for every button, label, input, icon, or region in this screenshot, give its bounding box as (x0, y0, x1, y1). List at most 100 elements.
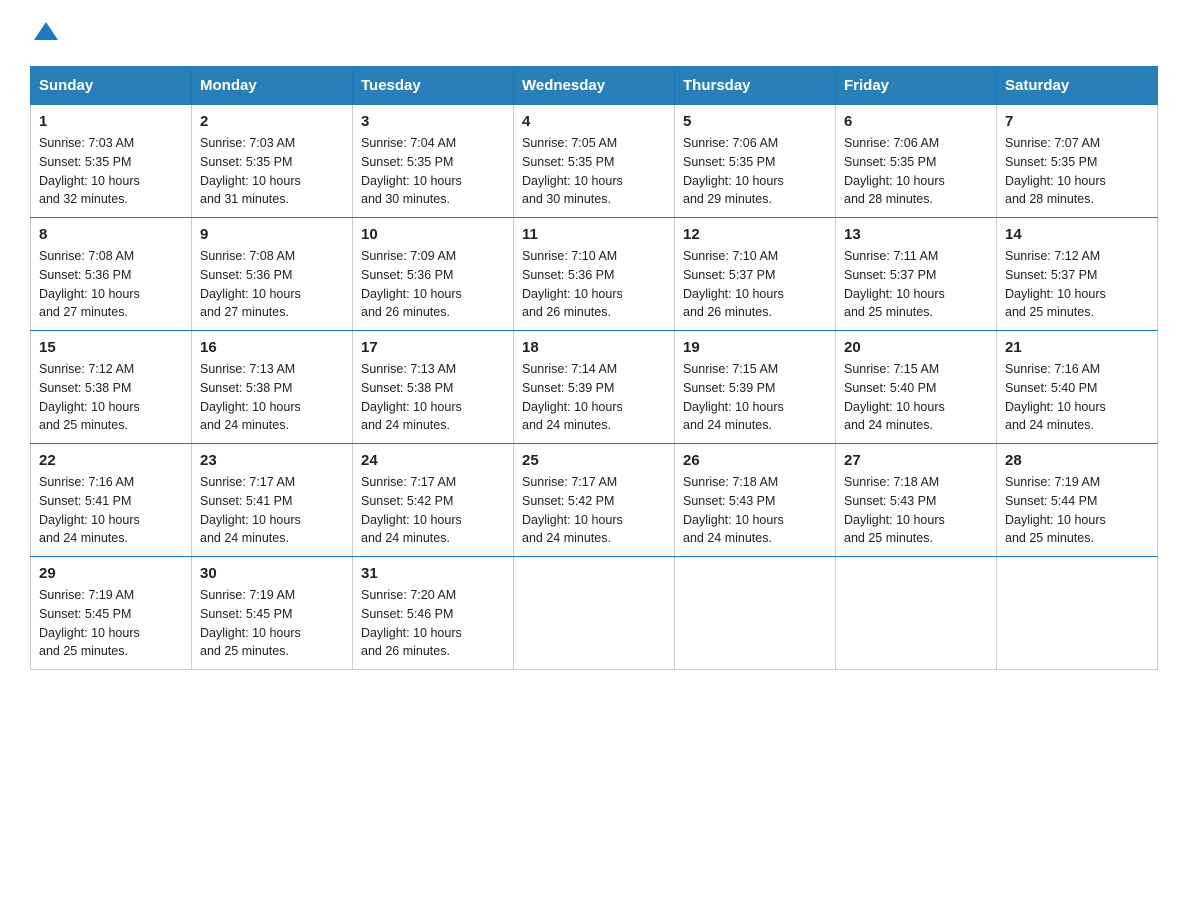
calendar-cell: 21 Sunrise: 7:16 AMSunset: 5:40 PMDaylig… (997, 331, 1158, 444)
day-info: Sunrise: 7:07 AMSunset: 5:35 PMDaylight:… (1005, 136, 1106, 206)
day-info: Sunrise: 7:13 AMSunset: 5:38 PMDaylight:… (361, 362, 462, 432)
day-number: 17 (361, 339, 505, 356)
day-number: 27 (844, 452, 988, 469)
day-info: Sunrise: 7:08 AMSunset: 5:36 PMDaylight:… (200, 249, 301, 319)
logo (30, 20, 60, 48)
day-number: 2 (200, 113, 344, 130)
calendar-cell: 30 Sunrise: 7:19 AMSunset: 5:45 PMDaylig… (192, 557, 353, 670)
calendar-week-row: 8 Sunrise: 7:08 AMSunset: 5:36 PMDayligh… (31, 218, 1158, 331)
calendar-cell: 7 Sunrise: 7:07 AMSunset: 5:35 PMDayligh… (997, 105, 1158, 218)
calendar-header-monday: Monday (192, 67, 353, 105)
calendar-cell: 25 Sunrise: 7:17 AMSunset: 5:42 PMDaylig… (514, 444, 675, 557)
day-info: Sunrise: 7:16 AMSunset: 5:40 PMDaylight:… (1005, 362, 1106, 432)
day-number: 19 (683, 339, 827, 356)
day-number: 24 (361, 452, 505, 469)
calendar-cell: 15 Sunrise: 7:12 AMSunset: 5:38 PMDaylig… (31, 331, 192, 444)
day-number: 9 (200, 226, 344, 243)
day-info: Sunrise: 7:15 AMSunset: 5:39 PMDaylight:… (683, 362, 784, 432)
day-number: 8 (39, 226, 183, 243)
calendar-cell: 29 Sunrise: 7:19 AMSunset: 5:45 PMDaylig… (31, 557, 192, 670)
day-info: Sunrise: 7:17 AMSunset: 5:42 PMDaylight:… (522, 475, 623, 545)
day-info: Sunrise: 7:08 AMSunset: 5:36 PMDaylight:… (39, 249, 140, 319)
day-info: Sunrise: 7:20 AMSunset: 5:46 PMDaylight:… (361, 588, 462, 658)
calendar-cell: 16 Sunrise: 7:13 AMSunset: 5:38 PMDaylig… (192, 331, 353, 444)
day-info: Sunrise: 7:19 AMSunset: 5:45 PMDaylight:… (200, 588, 301, 658)
day-number: 28 (1005, 452, 1149, 469)
day-number: 12 (683, 226, 827, 243)
calendar-cell: 11 Sunrise: 7:10 AMSunset: 5:36 PMDaylig… (514, 218, 675, 331)
day-info: Sunrise: 7:06 AMSunset: 5:35 PMDaylight:… (844, 136, 945, 206)
day-number: 11 (522, 226, 666, 243)
day-number: 16 (200, 339, 344, 356)
day-number: 29 (39, 565, 183, 582)
calendar-header-wednesday: Wednesday (514, 67, 675, 105)
calendar-cell: 10 Sunrise: 7:09 AMSunset: 5:36 PMDaylig… (353, 218, 514, 331)
calendar-cell: 2 Sunrise: 7:03 AMSunset: 5:35 PMDayligh… (192, 105, 353, 218)
logo-arrow-icon (32, 18, 60, 46)
day-info: Sunrise: 7:14 AMSunset: 5:39 PMDaylight:… (522, 362, 623, 432)
day-info: Sunrise: 7:10 AMSunset: 5:37 PMDaylight:… (683, 249, 784, 319)
calendar-cell: 8 Sunrise: 7:08 AMSunset: 5:36 PMDayligh… (31, 218, 192, 331)
calendar-cell: 20 Sunrise: 7:15 AMSunset: 5:40 PMDaylig… (836, 331, 997, 444)
day-number: 25 (522, 452, 666, 469)
calendar-header-saturday: Saturday (997, 67, 1158, 105)
day-info: Sunrise: 7:15 AMSunset: 5:40 PMDaylight:… (844, 362, 945, 432)
calendar-cell: 24 Sunrise: 7:17 AMSunset: 5:42 PMDaylig… (353, 444, 514, 557)
calendar-cell (836, 557, 997, 670)
day-info: Sunrise: 7:12 AMSunset: 5:37 PMDaylight:… (1005, 249, 1106, 319)
day-info: Sunrise: 7:19 AMSunset: 5:44 PMDaylight:… (1005, 475, 1106, 545)
day-info: Sunrise: 7:19 AMSunset: 5:45 PMDaylight:… (39, 588, 140, 658)
calendar-cell: 17 Sunrise: 7:13 AMSunset: 5:38 PMDaylig… (353, 331, 514, 444)
calendar-header-tuesday: Tuesday (353, 67, 514, 105)
day-info: Sunrise: 7:03 AMSunset: 5:35 PMDaylight:… (39, 136, 140, 206)
calendar-week-row: 29 Sunrise: 7:19 AMSunset: 5:45 PMDaylig… (31, 557, 1158, 670)
day-number: 31 (361, 565, 505, 582)
day-number: 6 (844, 113, 988, 130)
day-number: 15 (39, 339, 183, 356)
day-info: Sunrise: 7:12 AMSunset: 5:38 PMDaylight:… (39, 362, 140, 432)
page-header (30, 20, 1158, 48)
day-number: 14 (1005, 226, 1149, 243)
day-info: Sunrise: 7:18 AMSunset: 5:43 PMDaylight:… (844, 475, 945, 545)
day-info: Sunrise: 7:18 AMSunset: 5:43 PMDaylight:… (683, 475, 784, 545)
calendar-header-row: SundayMondayTuesdayWednesdayThursdayFrid… (31, 67, 1158, 105)
calendar-cell: 9 Sunrise: 7:08 AMSunset: 5:36 PMDayligh… (192, 218, 353, 331)
day-number: 21 (1005, 339, 1149, 356)
calendar-cell: 1 Sunrise: 7:03 AMSunset: 5:35 PMDayligh… (31, 105, 192, 218)
day-info: Sunrise: 7:04 AMSunset: 5:35 PMDaylight:… (361, 136, 462, 206)
day-number: 30 (200, 565, 344, 582)
calendar-header-thursday: Thursday (675, 67, 836, 105)
day-number: 13 (844, 226, 988, 243)
day-info: Sunrise: 7:16 AMSunset: 5:41 PMDaylight:… (39, 475, 140, 545)
day-info: Sunrise: 7:10 AMSunset: 5:36 PMDaylight:… (522, 249, 623, 319)
calendar-cell: 14 Sunrise: 7:12 AMSunset: 5:37 PMDaylig… (997, 218, 1158, 331)
calendar-cell: 3 Sunrise: 7:04 AMSunset: 5:35 PMDayligh… (353, 105, 514, 218)
calendar-week-row: 1 Sunrise: 7:03 AMSunset: 5:35 PMDayligh… (31, 105, 1158, 218)
calendar-header-sunday: Sunday (31, 67, 192, 105)
day-number: 1 (39, 113, 183, 130)
day-number: 18 (522, 339, 666, 356)
calendar-cell: 27 Sunrise: 7:18 AMSunset: 5:43 PMDaylig… (836, 444, 997, 557)
day-info: Sunrise: 7:05 AMSunset: 5:35 PMDaylight:… (522, 136, 623, 206)
calendar-cell: 22 Sunrise: 7:16 AMSunset: 5:41 PMDaylig… (31, 444, 192, 557)
day-info: Sunrise: 7:17 AMSunset: 5:42 PMDaylight:… (361, 475, 462, 545)
day-info: Sunrise: 7:17 AMSunset: 5:41 PMDaylight:… (200, 475, 301, 545)
calendar-cell: 5 Sunrise: 7:06 AMSunset: 5:35 PMDayligh… (675, 105, 836, 218)
calendar-cell: 23 Sunrise: 7:17 AMSunset: 5:41 PMDaylig… (192, 444, 353, 557)
day-number: 10 (361, 226, 505, 243)
calendar-cell: 18 Sunrise: 7:14 AMSunset: 5:39 PMDaylig… (514, 331, 675, 444)
day-number: 22 (39, 452, 183, 469)
day-info: Sunrise: 7:13 AMSunset: 5:38 PMDaylight:… (200, 362, 301, 432)
calendar-week-row: 15 Sunrise: 7:12 AMSunset: 5:38 PMDaylig… (31, 331, 1158, 444)
day-number: 26 (683, 452, 827, 469)
calendar-table: SundayMondayTuesdayWednesdayThursdayFrid… (30, 66, 1158, 670)
calendar-cell: 19 Sunrise: 7:15 AMSunset: 5:39 PMDaylig… (675, 331, 836, 444)
day-number: 23 (200, 452, 344, 469)
calendar-header-friday: Friday (836, 67, 997, 105)
calendar-cell: 26 Sunrise: 7:18 AMSunset: 5:43 PMDaylig… (675, 444, 836, 557)
day-info: Sunrise: 7:03 AMSunset: 5:35 PMDaylight:… (200, 136, 301, 206)
calendar-week-row: 22 Sunrise: 7:16 AMSunset: 5:41 PMDaylig… (31, 444, 1158, 557)
day-number: 4 (522, 113, 666, 130)
calendar-cell: 6 Sunrise: 7:06 AMSunset: 5:35 PMDayligh… (836, 105, 997, 218)
day-number: 3 (361, 113, 505, 130)
